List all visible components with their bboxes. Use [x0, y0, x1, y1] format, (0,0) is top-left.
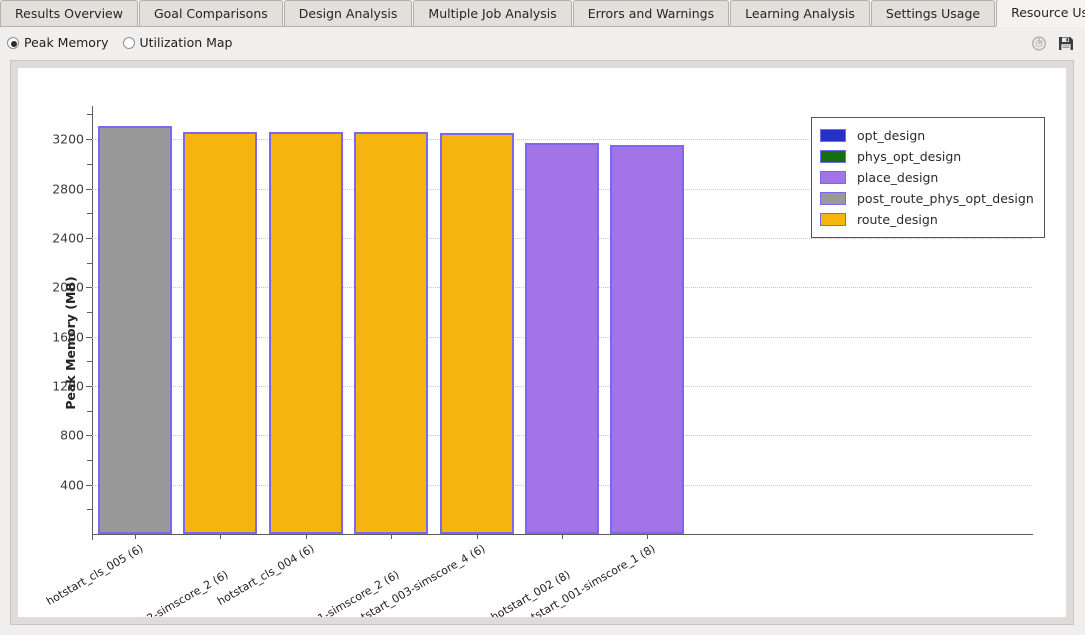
legend-swatch-place-design [820, 171, 846, 184]
radio-utilization-map[interactable]: Utilization Map [122, 35, 233, 50]
y-axis-tick-label: 2000 [52, 279, 84, 295]
x-axis-tick [134, 534, 136, 539]
chart-legend: opt_design phys_opt_design place_design … [811, 117, 1045, 238]
chart-canvas[interactable]: Peak Memory (MB) 400 800 1200 1600 2000 2400 2… [18, 68, 1066, 617]
y-axis-minor-tick [87, 114, 92, 116]
refresh-icon[interactable] [1030, 34, 1048, 52]
bar[interactable] [268, 132, 343, 534]
y-axis-minor-tick [87, 262, 92, 264]
chart-frame: Peak Memory (MB) 400 800 1200 1600 2000 2400 2… [10, 60, 1074, 625]
y-axis-minor-tick [87, 311, 92, 313]
radio-peak-memory[interactable]: Peak Memory [7, 35, 109, 50]
y-axis-tick [86, 237, 92, 239]
bar[interactable] [183, 132, 258, 534]
tab-bar: Results Overview Goal Comparisons Design… [0, 0, 1085, 27]
y-axis-tick [86, 188, 92, 190]
legend-item-opt-design: opt_design [820, 125, 1034, 146]
radio-utilization-map-indicator [122, 36, 135, 49]
bar[interactable] [97, 125, 172, 534]
radio-peak-memory-label: Peak Memory [24, 35, 109, 50]
tab-errors-and-warnings[interactable]: Errors and Warnings [572, 0, 730, 26]
tab-results-overview[interactable]: Results Overview [0, 0, 138, 26]
bar[interactable] [610, 145, 685, 534]
y-axis-tick-label: 400 [60, 477, 84, 493]
y-axis-minor-tick [87, 509, 92, 511]
legend-item-route-design: route_design [820, 209, 1034, 230]
y-axis-tick-label: 2800 [52, 181, 84, 196]
y-axis-tick-label: 1200 [52, 378, 84, 394]
legend-item-place-design: place_design [820, 167, 1034, 188]
radio-peak-memory-indicator [7, 36, 19, 49]
bar[interactable] [439, 132, 514, 534]
y-axis-tick-label: 2400 [52, 230, 84, 246]
y-axis-labels: 400 800 1200 1600 2000 2400 2800 3200 [18, 68, 84, 617]
options-bar: Peak Memory Utilization Map [0, 27, 1085, 58]
x-axis-tick [391, 534, 393, 539]
legend-item-post-route-phys-opt-design: post_route_phys_opt_design [820, 188, 1034, 209]
x-axis-tick [220, 534, 222, 539]
x-axis-tick [647, 534, 649, 539]
tab-multiple-job-analysis[interactable]: Multiple Job Analysis [413, 0, 572, 26]
tab-resource-usage[interactable]: Resource Usage [996, 0, 1085, 26]
y-axis-tick [86, 139, 92, 141]
y-axis-tick-label: 3200 [52, 131, 84, 147]
y-axis-minor-tick [87, 410, 92, 412]
legend-label-post-route-phys-opt-design: post_route_phys_opt_design [857, 191, 1034, 206]
legend-label-route-design: route_design [857, 212, 938, 227]
y-axis-tick-label: 800 [60, 427, 84, 443]
legend-label-phys-opt-design: phys_opt_design [857, 149, 962, 164]
x-axis-tick [562, 534, 563, 539]
legend-swatch-phys-opt-design [820, 150, 846, 163]
y-axis-minor-tick [87, 163, 92, 165]
legend-label-opt-design: opt_design [857, 128, 926, 143]
save-icon[interactable] [1057, 34, 1075, 52]
tab-settings-usage[interactable]: Settings Usage [870, 0, 996, 26]
legend-swatch-route-design [820, 213, 846, 226]
legend-swatch-opt-design [820, 129, 846, 142]
bar[interactable] [354, 132, 429, 534]
y-axis-minor-tick [87, 213, 92, 215]
legend-item-phys-opt-design: phys_opt_design [820, 146, 1034, 167]
tab-goal-comparisons[interactable]: Goal Comparisons [138, 0, 283, 26]
y-axis-tick [86, 336, 92, 338]
legend-label-place-design: place_design [857, 170, 939, 185]
toolbar-icons [1030, 34, 1085, 52]
x-axis-tick [305, 534, 307, 539]
tab-design-analysis[interactable]: Design Analysis [283, 0, 413, 26]
view-mode-radio-group: Peak Memory Utilization Map [7, 35, 247, 50]
radio-utilization-map-label: Utilization Map [139, 35, 233, 50]
y-axis-tick-label: 1600 [52, 329, 84, 345]
bar[interactable] [525, 143, 599, 534]
x-axis-tick [476, 534, 478, 539]
legend-swatch-post-route-phys-opt-design [820, 192, 846, 205]
tab-learning-analysis[interactable]: Learning Analysis [730, 0, 870, 26]
y-axis-tick [86, 287, 92, 289]
y-axis-tick [86, 484, 92, 486]
y-axis-minor-tick [87, 459, 92, 461]
y-axis-tick [86, 385, 92, 387]
y-axis-tick [86, 435, 92, 437]
y-axis-minor-tick [87, 361, 92, 363]
